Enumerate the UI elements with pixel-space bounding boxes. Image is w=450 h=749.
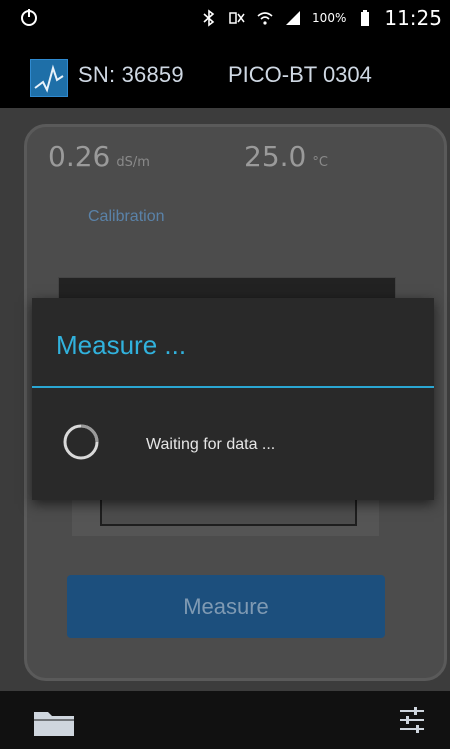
settings-sliders-icon[interactable] xyxy=(396,703,428,737)
calibration-link[interactable]: Calibration xyxy=(88,208,164,226)
conductivity-value: 0.26 xyxy=(48,140,111,173)
mute-icon xyxy=(229,12,245,24)
bluetooth-icon xyxy=(203,9,215,27)
wifi-icon xyxy=(257,12,273,25)
measure-button[interactable]: Measure xyxy=(67,575,385,638)
dialog-message: Waiting for data ... xyxy=(146,436,276,453)
power-icon xyxy=(21,9,37,26)
conductivity-reading: 0.26 dS/m xyxy=(48,140,150,173)
temperature-reading: 25.0 °C xyxy=(244,140,328,173)
status-bar: 100% 11:25 xyxy=(0,0,450,36)
chart-logo-icon[interactable] xyxy=(30,59,68,97)
device-model: PICO-BT 0304 xyxy=(228,62,372,87)
loading-spinner-icon xyxy=(63,424,99,460)
folder-icon[interactable] xyxy=(32,706,76,738)
sample-input[interactable] xyxy=(100,498,357,526)
dialog-divider xyxy=(32,386,434,388)
conductivity-unit: dS/m xyxy=(116,155,150,170)
temperature-unit: °C xyxy=(312,155,328,170)
signal-icon xyxy=(286,11,301,25)
battery-icon xyxy=(361,10,370,26)
measure-dialog xyxy=(32,298,434,500)
status-time: 11:25 xyxy=(384,6,442,30)
temperature-value: 25.0 xyxy=(244,140,307,173)
battery-percent: 100% xyxy=(312,11,347,25)
dialog-title: Measure ... xyxy=(56,330,187,360)
serial-number: SN: 36859 xyxy=(78,62,184,87)
